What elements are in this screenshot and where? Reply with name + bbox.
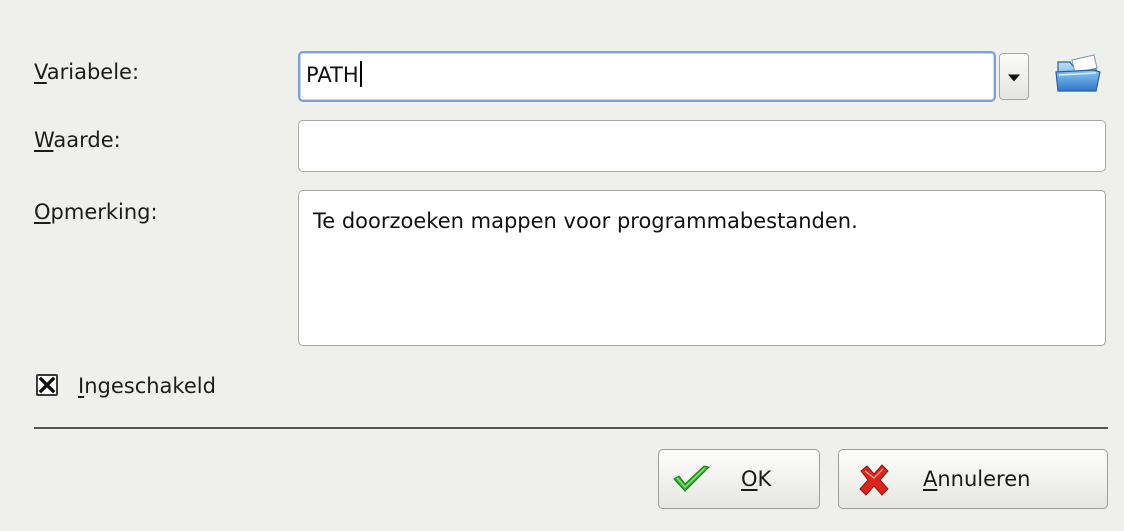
comment-label-rest: pmerking:	[50, 200, 158, 224]
enabled-label[interactable]: Ingeschakeld	[78, 374, 216, 398]
variable-label-mnemonic: V	[34, 60, 47, 84]
cancel-label-rest: nnuleren	[937, 467, 1031, 491]
variable-combo-input[interactable]: PATH	[298, 51, 996, 102]
environment-variable-dialog: Variabele: PATH Waarde: Opmerking: Te do…	[0, 0, 1124, 531]
cancel-x-icon	[859, 464, 889, 496]
cancel-button[interactable]: Annuleren	[838, 449, 1108, 509]
comment-label: Opmerking:	[34, 200, 158, 224]
separator-line	[34, 427, 1108, 429]
value-label-mnemonic: W	[34, 128, 54, 152]
ok-label: OK	[741, 467, 771, 491]
variable-label: Variabele:	[34, 60, 139, 84]
variable-dropdown-button[interactable]	[999, 53, 1029, 100]
checkbox-x-icon	[38, 376, 56, 394]
ok-button[interactable]: OK	[658, 449, 820, 509]
enabled-label-rest: ngeschakeld	[84, 374, 216, 398]
variable-value: PATH	[306, 63, 359, 87]
comment-textarea[interactable]: Te doorzoeken mappen voor programmabesta…	[298, 190, 1106, 346]
comment-label-mnemonic: O	[34, 200, 51, 224]
value-label-rest: aarde:	[53, 128, 121, 152]
ok-label-mnemonic: O	[741, 467, 758, 491]
browse-button[interactable]	[1054, 52, 1102, 96]
enabled-checkbox[interactable]	[36, 374, 58, 396]
cancel-label-mnemonic: A	[923, 467, 938, 491]
cancel-label: Annuleren	[923, 467, 1030, 491]
value-input[interactable]	[298, 120, 1106, 172]
comment-text: Te doorzoeken mappen voor programmabesta…	[313, 209, 858, 233]
text-caret	[359, 61, 362, 87]
checkmark-icon	[673, 465, 711, 492]
ok-label-rest: K	[757, 467, 772, 491]
value-label: Waarde:	[34, 128, 121, 152]
variable-value-wrap: PATH	[306, 61, 362, 89]
variable-label-rest: ariabele:	[46, 60, 140, 84]
folder-open-icon	[1055, 54, 1101, 92]
chevron-down-icon	[1008, 74, 1020, 82]
